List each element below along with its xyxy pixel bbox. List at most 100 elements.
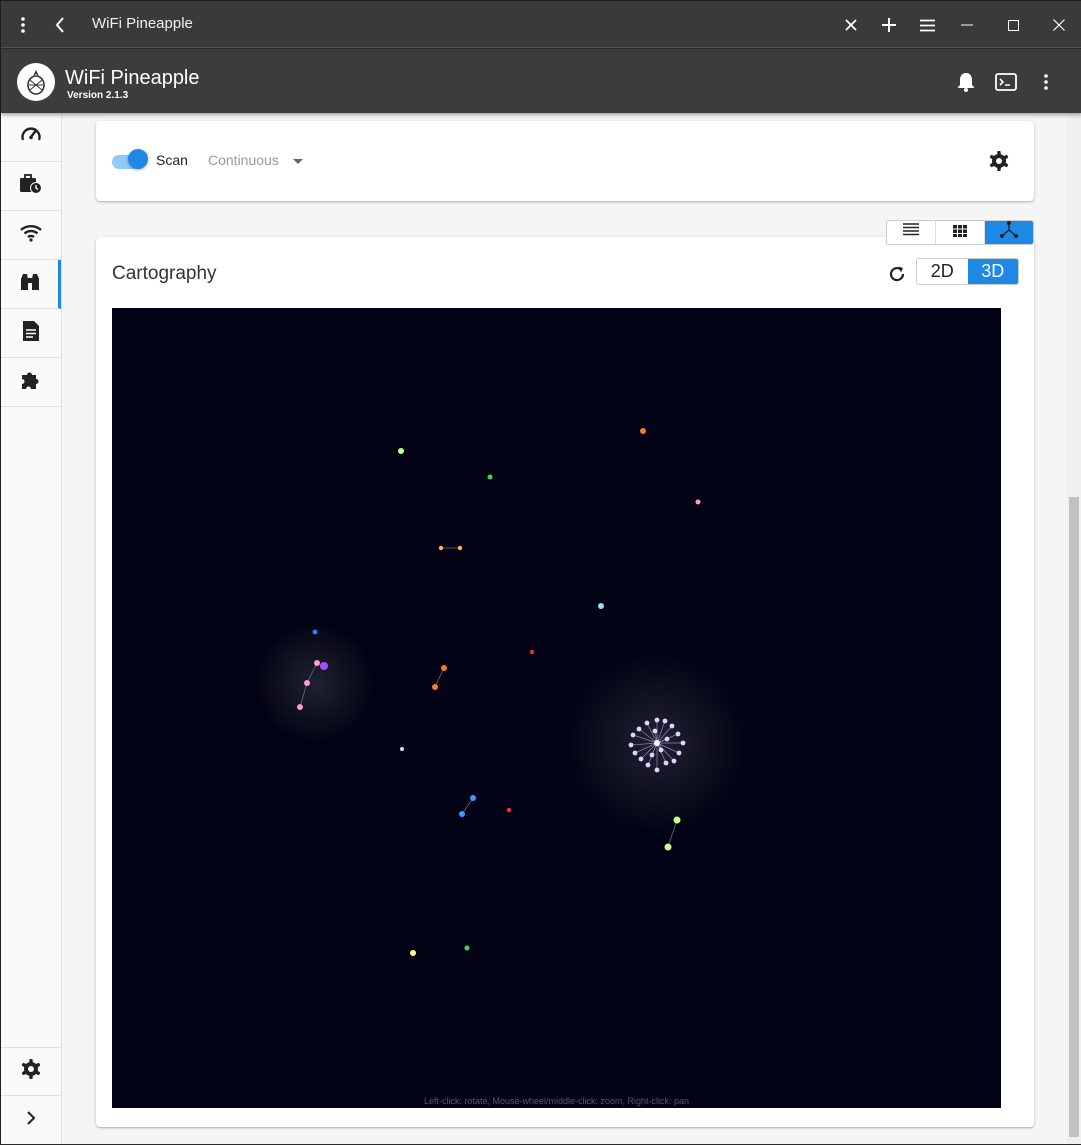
graph-node[interactable] [654,717,660,723]
graph-node[interactable] [644,720,650,726]
scrollbar[interactable] [1067,113,1081,1144]
graph-node[interactable] [314,660,320,666]
graph-node[interactable] [640,428,646,434]
binoculars-icon [19,272,41,297]
graph-node[interactable] [598,603,604,609]
graph-node[interactable] [680,740,686,746]
sidebar-nav [1,113,62,1144]
graph-node[interactable] [695,499,701,505]
window-titlebar: WiFi Pineapple [1,1,1081,48]
graph-node[interactable] [628,742,634,748]
graph-node[interactable] [632,750,638,756]
graph-node[interactable] [676,750,682,756]
node-glow [255,623,375,743]
sidebar-item-dashboard[interactable] [1,113,61,162]
graph-node[interactable] [398,448,404,454]
app-window: WiFi Pineapple WiFi Pineapple Version 2.… [0,0,1081,1144]
sidebar-item-recon[interactable] [1,260,61,309]
graph-node[interactable] [636,726,642,732]
close-window-icon[interactable] [1047,13,1071,37]
terminal-icon[interactable] [994,70,1018,94]
graph-view-button[interactable] [985,221,1033,244]
scan-toggle[interactable] [128,149,148,169]
app-bar: WiFi Pineapple Version 2.1.3 [1,49,1081,113]
graph-node[interactable] [459,811,465,817]
graph-node[interactable] [320,662,328,670]
sidebar-item-settings[interactable] [1,1047,61,1096]
graph-node[interactable] [630,732,636,738]
graph-node[interactable] [662,718,668,724]
graph-node[interactable] [658,747,664,753]
graph-node[interactable] [649,752,655,758]
graph-node[interactable] [663,760,669,766]
scan-card: Scan Continuous [96,121,1034,201]
main-content: Scan Continuous Cartography 2D 3D Left-c… [62,113,1068,1144]
puzzle-icon [20,369,42,396]
graph-node[interactable] [673,816,681,824]
graph-node[interactable] [432,684,438,690]
graph-node[interactable] [654,767,660,773]
graph-node[interactable] [487,474,493,480]
maximize-icon[interactable] [1001,13,1025,37]
sidebar-item-reports[interactable] [1,309,61,358]
pineapple-logo [17,63,55,101]
graph-node[interactable] [410,950,416,956]
scan-label: Scan [156,152,188,168]
graph-node[interactable] [297,704,303,710]
graph-node[interactable] [664,736,670,742]
briefcase-clock-icon [19,173,43,200]
graph-node[interactable] [654,740,660,746]
back-icon[interactable] [48,13,72,37]
graph-icon [999,221,1019,244]
graph-node[interactable] [669,723,675,729]
graph-node[interactable] [457,545,463,551]
cartography-graph[interactable]: Left-click: rotate, Mouse-wheel/middle-c… [112,308,1001,1108]
gear-icon[interactable] [988,150,1010,177]
list-icon [903,223,919,242]
graph-node[interactable] [312,629,318,635]
app-version: Version 2.1.3 [67,90,129,101]
graph-node[interactable] [470,795,476,801]
add-tab-icon[interactable] [877,13,901,37]
close-tab-icon[interactable] [839,13,863,37]
sidebar-item-campaigns[interactable] [1,162,61,211]
3d-button[interactable]: 3D [967,259,1018,284]
graph-node[interactable] [671,758,677,764]
more-vert-icon[interactable] [1034,70,1058,94]
chevron-right-icon [26,1110,36,1131]
2d-button[interactable]: 2D [917,259,968,284]
graph-node[interactable] [675,731,681,737]
more-vert-icon[interactable] [11,13,35,37]
app-title: WiFi Pineapple [65,67,200,89]
scrollbar-thumb[interactable] [1069,497,1079,1137]
menu-icon[interactable] [915,13,939,37]
dimension-toggle: 2D 3D [916,258,1019,285]
wifi-icon [20,224,42,247]
graph-node[interactable] [400,747,404,751]
grid-view-button[interactable] [936,221,985,244]
sidebar-item-pineap[interactable] [1,211,61,260]
graph-canvas[interactable] [112,308,1001,1108]
scan-mode-select[interactable]: Continuous [208,152,279,168]
graph-node[interactable] [652,728,658,734]
graph-node[interactable] [438,545,444,551]
graph-node[interactable] [645,762,651,768]
gear-icon [20,1058,42,1085]
graph-node[interactable] [638,756,644,762]
graph-node[interactable] [530,650,534,654]
cartography-title: Cartography [112,263,217,284]
sidebar-expand[interactable] [1,1096,61,1145]
cartography-card: Cartography 2D 3D Left-click: rotate, Mo… [96,237,1034,1127]
refresh-icon[interactable] [886,263,908,285]
chevron-down-icon[interactable] [293,159,303,164]
graph-node[interactable] [464,945,470,951]
notifications-icon[interactable] [954,70,978,94]
minimize-icon[interactable] [955,13,979,37]
list-view-button[interactable] [887,221,936,244]
graph-node[interactable] [304,680,310,686]
graph-node[interactable] [506,807,512,813]
view-mode-toggle [886,220,1034,245]
sidebar-item-modules[interactable] [1,358,61,407]
graph-node[interactable] [441,665,447,671]
graph-node[interactable] [664,843,672,851]
